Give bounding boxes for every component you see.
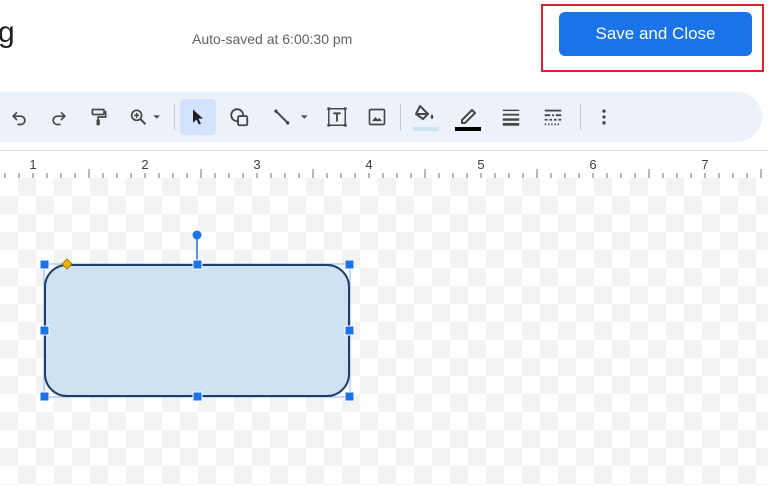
border-dash-icon: [544, 109, 562, 126]
horizontal-ruler[interactable]: 1 2 3 4 5 6 7: [0, 150, 768, 178]
shape-button[interactable]: [224, 99, 254, 135]
fill-color-button[interactable]: [410, 99, 442, 135]
border-weight-icon: [502, 109, 520, 126]
document-title[interactable]: g: [0, 16, 15, 50]
resize-handle-top-right[interactable]: [344, 259, 355, 270]
border-dash-button[interactable]: [538, 99, 568, 135]
ruler-label: 6: [589, 157, 596, 172]
line-icon: [274, 109, 308, 125]
ruler-label: 2: [141, 157, 148, 172]
resize-handle-bottom-right[interactable]: [344, 391, 355, 402]
paint-format-button[interactable]: [84, 99, 114, 135]
image-button[interactable]: [362, 99, 392, 135]
resize-handle-top-left[interactable]: [39, 259, 50, 270]
ruler-scale: 1 2 3 4 5 6 7: [4, 157, 762, 178]
redo-icon: [52, 112, 66, 126]
resize-handle-bottom[interactable]: [192, 391, 203, 402]
more-options-icon: [602, 109, 606, 125]
resize-handle-right[interactable]: [344, 325, 355, 336]
undo-button[interactable]: [4, 99, 34, 135]
text-box-button[interactable]: [322, 99, 352, 135]
ruler-label: 5: [477, 157, 484, 172]
rounded-rectangle-shape[interactable]: [44, 264, 350, 397]
zoom-button[interactable]: [122, 99, 168, 135]
select-button[interactable]: [180, 99, 216, 135]
zoom-icon: [130, 109, 160, 125]
save-and-close-button[interactable]: Save and Close: [559, 12, 752, 56]
ruler-label: 1: [29, 157, 36, 172]
fill-color-icon: [413, 105, 439, 131]
toolbar-separator: [174, 104, 175, 130]
line-button[interactable]: [266, 99, 316, 135]
undo-icon: [12, 112, 26, 126]
autosave-status: Auto-saved at 6:00:30 pm: [192, 31, 353, 47]
text-box-icon: [327, 107, 347, 127]
border-color-button[interactable]: [452, 99, 484, 135]
rotation-handle[interactable]: [192, 230, 202, 240]
border-color-icon: [455, 109, 481, 131]
ruler-label: 7: [701, 157, 708, 172]
ruler-label: 4: [365, 157, 372, 172]
header: g Auto-saved at 6:00:30 pm Save and Clos…: [0, 0, 768, 90]
shape-layer: [39, 230, 355, 402]
resize-handle-bottom-left[interactable]: [39, 391, 50, 402]
select-icon: [193, 109, 203, 125]
redo-button[interactable]: [44, 99, 74, 135]
drawing-canvas[interactable]: [0, 178, 768, 485]
more-options-button[interactable]: [590, 99, 618, 135]
resize-handle-left[interactable]: [39, 325, 50, 336]
ruler-label: 3: [253, 157, 260, 172]
resize-handle-top[interactable]: [192, 259, 203, 270]
image-icon: [368, 108, 386, 126]
border-weight-button[interactable]: [496, 99, 526, 135]
shape-icon: [230, 108, 249, 127]
toolbar-separator: [400, 104, 401, 130]
paint-format-icon: [91, 108, 107, 126]
toolbar-separator: [580, 104, 581, 130]
